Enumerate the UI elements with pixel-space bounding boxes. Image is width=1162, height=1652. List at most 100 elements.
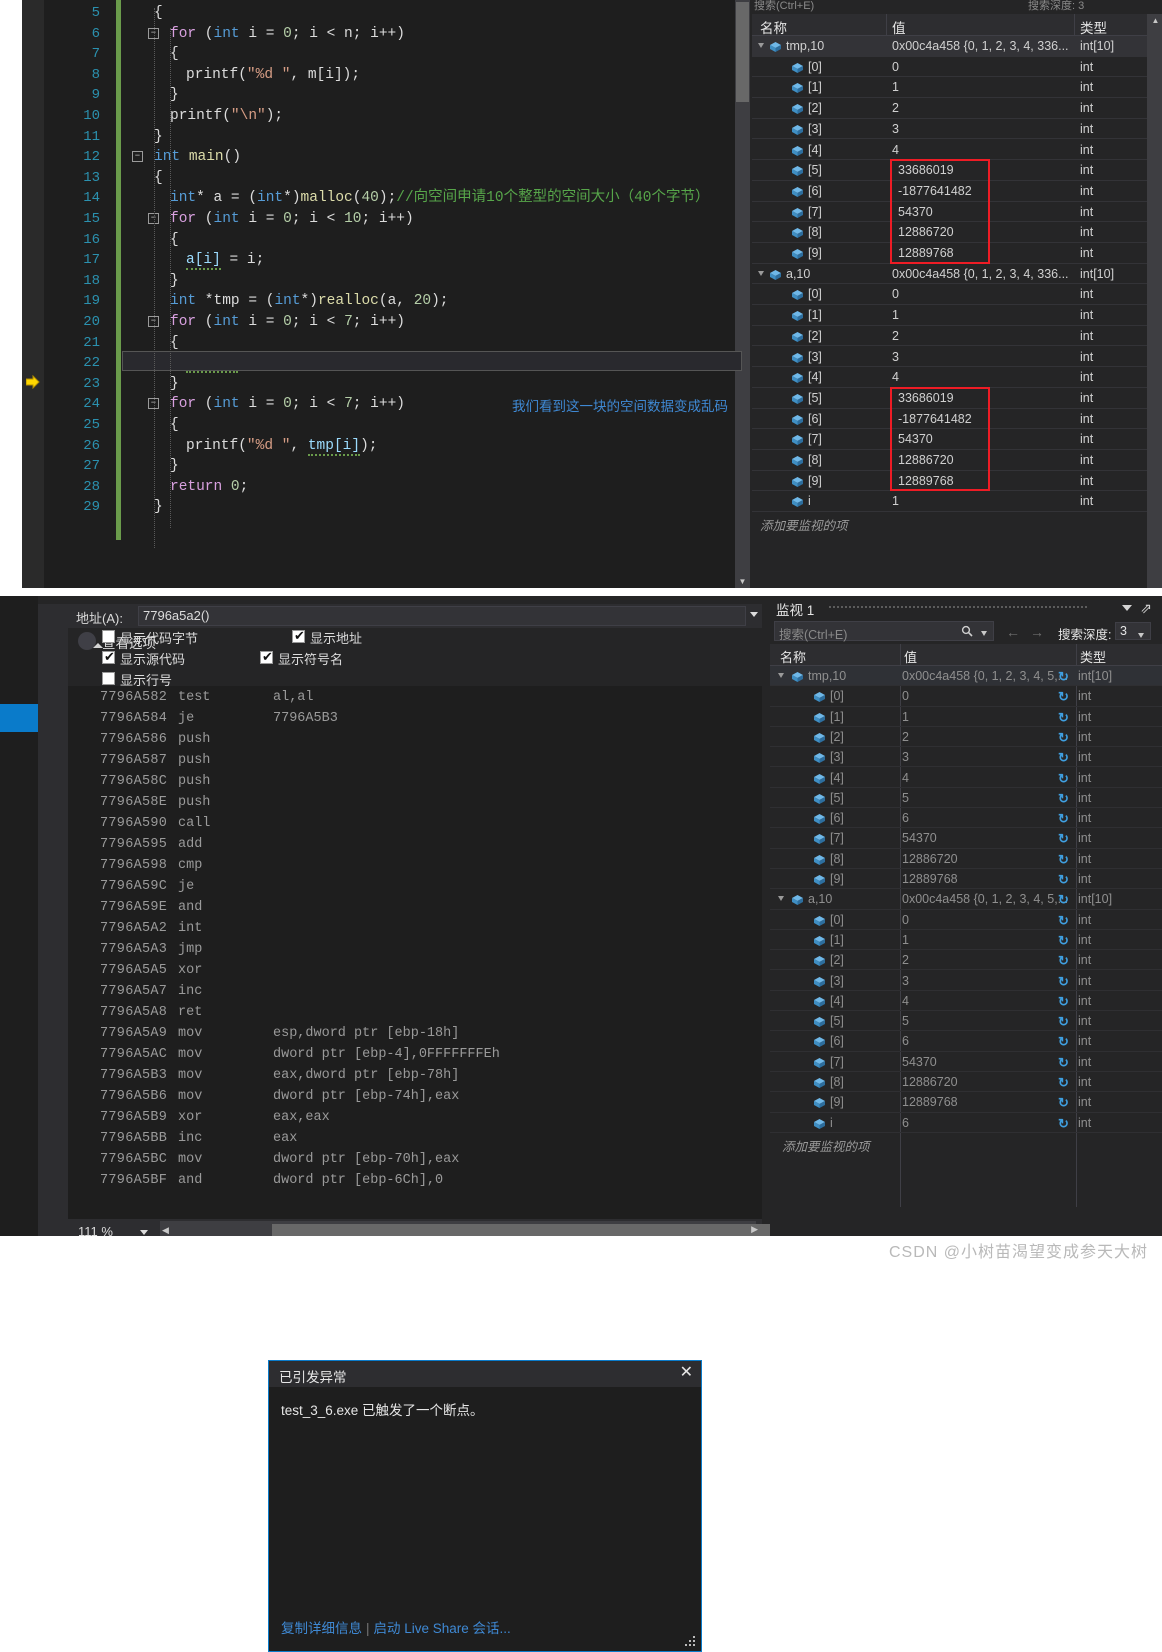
watch-row-value[interactable]: 0x00c4a458 {0, 1, 2, 3, 4, 336...: [892, 267, 1069, 281]
watch-row[interactable]: a,10 0x00c4a458 {0, 1, 2, 3, 4, 336... int…: [752, 264, 1156, 285]
depth-chevron-down-icon[interactable]: [1138, 633, 1144, 638]
watch-row-value[interactable]: 0x00c4a458 {0, 1, 2, 3, 4, 5,...: [902, 892, 1068, 906]
watch-panel-bottom[interactable]: 监视 1 ⇗ 搜索(Ctrl+E) ← → 搜索深度: 3 名称 值 类型 tm…: [770, 596, 1162, 1236]
disassembly-line[interactable]: 7796A5BC mov dword ptr [ebp-70h],eax: [68, 1150, 762, 1171]
search-prev-icon[interactable]: ←: [1006, 624, 1020, 640]
disassembly-line[interactable]: 7796A582 test al,al: [68, 688, 762, 709]
refresh-icon[interactable]: ↻: [1058, 750, 1069, 766]
scroll-right-arrow-icon[interactable]: ▶: [751, 1224, 758, 1235]
watch-row-value[interactable]: 0: [902, 913, 909, 927]
watch-row-value[interactable]: 1: [902, 710, 909, 724]
editor-code-line[interactable]: a[i] = i;: [186, 250, 264, 271]
refresh-icon[interactable]: ↻: [1058, 1055, 1069, 1071]
editor-code-line[interactable]: return 0;: [170, 477, 248, 498]
disassembly-line[interactable]: 7796A5B3 mov eax,dword ptr [ebp-78h]: [68, 1066, 762, 1087]
watch-row[interactable]: [4] 4 int: [752, 140, 1156, 161]
watch-row-value[interactable]: 1: [892, 494, 899, 508]
disassembly-line[interactable]: 7796A59C je: [68, 877, 762, 898]
watch-row-value[interactable]: 5: [902, 791, 909, 805]
refresh-icon[interactable]: ↻: [1058, 974, 1069, 990]
exception-dialog[interactable]: 已引发异常 ✕ test_3_6.exe 已触发了一个断点。 复制详细信息 | 启动…: [268, 1360, 702, 1652]
watch-row-value[interactable]: 12889768: [898, 474, 954, 488]
watch-row[interactable]: [6] -1877641482 int: [752, 181, 1156, 202]
disassembly-line[interactable]: 7796A59E and: [68, 898, 762, 919]
editor-code-line[interactable]: }: [170, 271, 179, 292]
search-options-chevron-icon[interactable]: [981, 631, 987, 636]
watch-row[interactable]: [6] 6 ↻ int: [770, 1031, 1162, 1052]
watch-row[interactable]: [2] 2 ↻ int: [770, 727, 1162, 748]
editor-code-line[interactable]: for (int i = 0; i < 7; i++): [170, 312, 405, 333]
disassembly-lines[interactable]: 7796A582 test al,al 7796A584 je 7796A5B3 7796A…: [68, 688, 762, 1213]
watch-row-value[interactable]: 4: [902, 994, 909, 1008]
zoom-dropdown-icon[interactable]: [140, 1230, 148, 1235]
watch-row[interactable]: [2] 2 ↻ int: [770, 950, 1162, 971]
add-watch-placeholder[interactable]: 添加要监视的项: [782, 1136, 870, 1155]
copy-details-link[interactable]: 复制详细信息: [281, 1621, 362, 1636]
editor-code-line[interactable]: }: [154, 127, 163, 148]
watch-row[interactable]: [5] 5 ↻ int: [770, 1011, 1162, 1032]
checkbox-3[interactable]: [260, 649, 273, 665]
editor-code-line[interactable]: int *tmp = (int*)realloc(a, 20);: [170, 291, 449, 312]
refresh-icon[interactable]: ↻: [1058, 669, 1069, 685]
refresh-icon[interactable]: ↻: [1058, 730, 1069, 746]
disassembly-line[interactable]: 7796A5A7 inc: [68, 982, 762, 1003]
refresh-icon[interactable]: ↻: [1058, 994, 1069, 1010]
address-dropdown-icon[interactable]: [750, 612, 758, 617]
refresh-icon[interactable]: ↻: [1058, 710, 1069, 726]
disassembly-line[interactable]: 7796A5AC mov dword ptr [ebp-4],0FFFFFFFEh: [68, 1045, 762, 1066]
watch-row[interactable]: a,10 0x00c4a458 {0, 1, 2, 3, 4, 5,... ↻ int…: [770, 889, 1162, 910]
refresh-icon[interactable]: ↻: [1058, 852, 1069, 868]
watch-row[interactable]: [2] 2 int: [752, 98, 1156, 119]
watch-row-value[interactable]: 6: [902, 1034, 909, 1048]
watch-row-value[interactable]: 54370: [898, 432, 933, 446]
watch-row-value[interactable]: 33686019: [898, 391, 954, 405]
watch-row[interactable]: [4] 4 ↻ int: [770, 991, 1162, 1012]
watch-row[interactable]: [1] 1 ↻ int: [770, 707, 1162, 727]
refresh-icon[interactable]: ↻: [1058, 953, 1069, 969]
checkbox-2[interactable]: [102, 649, 115, 665]
watch-row-value[interactable]: -1877641482: [898, 412, 972, 426]
view-options-toggle[interactable]: [78, 632, 103, 650]
watch-top-vertical-scrollbar[interactable]: ▲: [1147, 14, 1162, 588]
refresh-icon[interactable]: ↻: [1058, 791, 1069, 807]
watch-row-value[interactable]: 12886720: [898, 225, 954, 239]
watch-row[interactable]: tmp,10 0x00c4a458 {0, 1, 2, 3, 4, 5,... ↻ i…: [770, 666, 1162, 687]
disassembly-line[interactable]: 7796A5A8 ret: [68, 1003, 762, 1024]
watch-row-value[interactable]: 3: [902, 974, 909, 988]
watch-row[interactable]: [6] 6 ↻ int: [770, 808, 1162, 829]
watch-row[interactable]: [8] 12886720 ↻ int: [770, 1072, 1162, 1093]
watch-row[interactable]: [3] 3 ↻ int: [770, 971, 1162, 991]
editor-scroll-thumb[interactable]: [736, 2, 749, 102]
disassembly-line[interactable]: 7796A595 add: [68, 835, 762, 856]
watch-row-value[interactable]: 0x00c4a458 {0, 1, 2, 3, 4, 336...: [892, 39, 1069, 53]
scroll-down-arrow-icon[interactable]: ▼: [736, 575, 749, 588]
address-bar[interactable]: 地址(A): 7796a5a2(): [68, 604, 762, 628]
watch-row[interactable]: [0] 0 int: [752, 57, 1156, 78]
watch-row[interactable]: [9] 12889768 int: [752, 471, 1156, 492]
editor-code-line[interactable]: for (int i = 0; i < 7; i++): [170, 394, 405, 415]
watch-row-value[interactable]: 12889768: [898, 246, 954, 260]
refresh-icon[interactable]: ↻: [1058, 872, 1069, 888]
pin-icon[interactable]: ⇗: [1140, 600, 1152, 617]
watch-row-value[interactable]: 2: [892, 101, 899, 115]
editor-code-line[interactable]: for (int i = 0; i < n; i++): [170, 24, 405, 45]
disassembly-line[interactable]: 7796A5BF and dword ptr [ebp-6Ch],0: [68, 1171, 762, 1192]
watch-row[interactable]: [3] 3 ↻ int: [770, 747, 1162, 768]
editor-code-line[interactable]: {: [170, 44, 179, 65]
watch-row-value[interactable]: 54370: [902, 1055, 937, 1069]
view-options-section[interactable]: 查看选项 显示代码字节显示地址显示源代码显示符号名显示行号: [68, 628, 762, 688]
disassembly-line[interactable]: 7796A5A9 mov esp,dword ptr [ebp-18h]: [68, 1024, 762, 1045]
watch-row[interactable]: [4] 4 int: [752, 367, 1156, 388]
watch-row-value[interactable]: 54370: [898, 205, 933, 219]
checkbox-4[interactable]: [102, 672, 115, 685]
search-next-icon[interactable]: →: [1030, 624, 1044, 640]
watch-row[interactable]: [8] 12886720 int: [752, 222, 1156, 243]
editor-code-line[interactable]: int main(): [154, 147, 241, 168]
watch-row-value[interactable]: 3: [892, 350, 899, 364]
editor-code-line[interactable]: }: [170, 374, 179, 395]
watch-row[interactable]: [6] -1877641482 int: [752, 409, 1156, 430]
watch-row[interactable]: [3] 3 int: [752, 119, 1156, 140]
drag-handle-dots[interactable]: [828, 605, 1088, 609]
editor-code-line[interactable]: {: [170, 333, 179, 354]
watch-row[interactable]: [9] 12889768 ↻ int: [770, 869, 1162, 890]
